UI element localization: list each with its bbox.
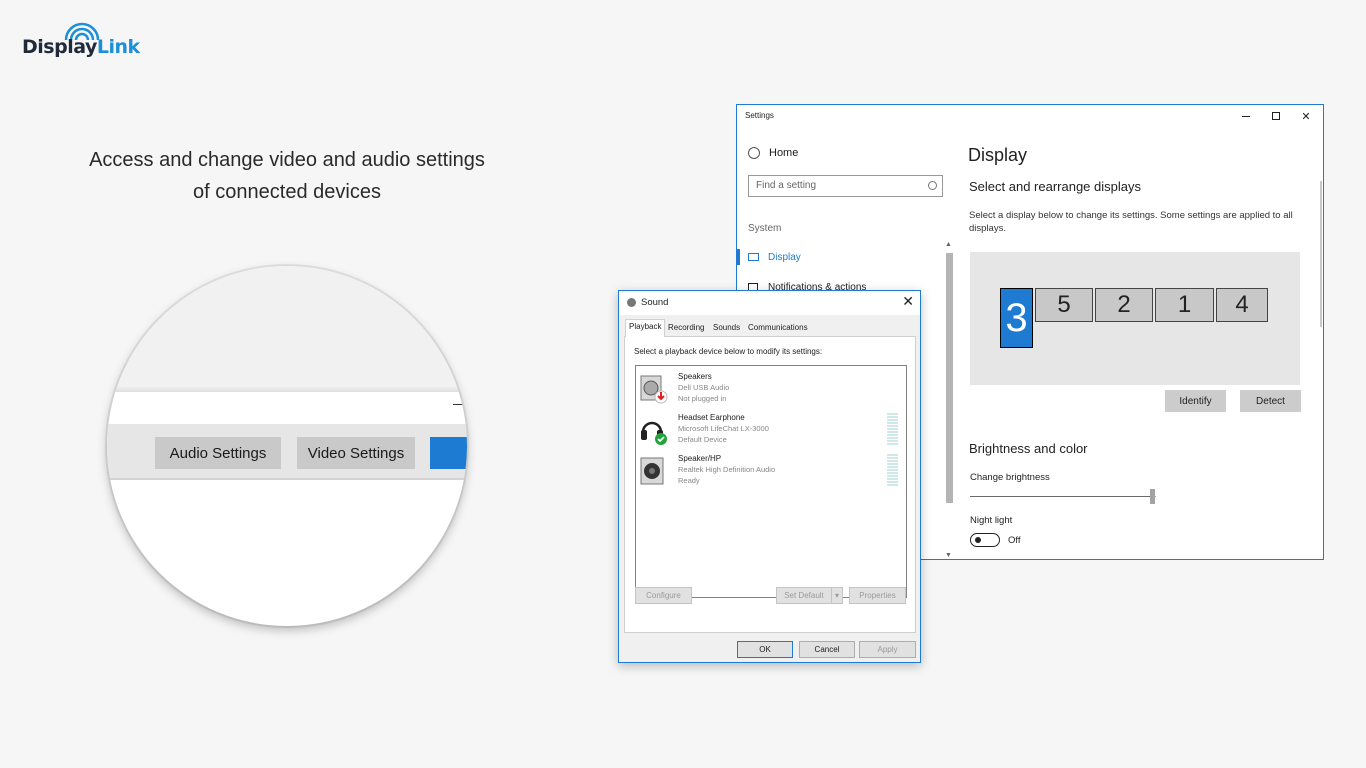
- night-light-state: Off: [1008, 535, 1021, 546]
- selection-indicator: [737, 249, 740, 265]
- display-3[interactable]: 3: [1000, 288, 1033, 348]
- device-driver: Realtek High Definition Audio: [678, 465, 776, 474]
- tab-playback[interactable]: Playback: [625, 319, 666, 337]
- search-placeholder: Find a setting: [756, 180, 817, 191]
- nav-home-label: Home: [769, 147, 799, 159]
- level-meter: [887, 454, 898, 486]
- blue-button-partial[interactable]: [430, 437, 467, 469]
- ok-button[interactable]: OK: [737, 641, 793, 658]
- detect-button[interactable]: Detect: [1240, 390, 1301, 412]
- level-meter: [887, 413, 898, 445]
- sound-titlebar: Sound ✕: [619, 291, 920, 315]
- magnified-window-top: [107, 266, 467, 392]
- gear-icon: [748, 147, 760, 159]
- search-input[interactable]: Find a setting: [748, 175, 943, 197]
- device-name: Headset Earphone: [678, 413, 745, 422]
- tab-sounds[interactable]: Sounds: [710, 321, 743, 336]
- apply-button[interactable]: Apply: [859, 641, 916, 658]
- nav-item-display-label: Display: [768, 251, 801, 263]
- monitor-icon: [748, 253, 759, 261]
- close-icon[interactable]: ✕: [902, 293, 914, 310]
- section-description: Select a display below to change its set…: [969, 210, 1293, 234]
- page-title: Display: [968, 145, 1028, 165]
- set-default-dropdown[interactable]: ▾: [831, 587, 843, 604]
- content-scrollbar[interactable]: [1320, 181, 1322, 327]
- minimize-button[interactable]: [1231, 107, 1261, 125]
- device-status: Not plugged in: [678, 394, 727, 403]
- minimize-icon: [1242, 115, 1250, 117]
- section-heading: Select and rearrange displays: [969, 179, 1141, 194]
- nav-scrollbar[interactable]: ▲ ▼: [945, 241, 953, 559]
- device-name: Speakers: [678, 372, 712, 381]
- close-button[interactable]: ✕: [1291, 107, 1321, 125]
- properties-button[interactable]: Properties: [849, 587, 906, 604]
- window-title: Settings: [745, 111, 774, 120]
- nav-section-label: System: [748, 223, 782, 234]
- brightness-slider[interactable]: [970, 489, 1156, 504]
- display-4[interactable]: 4: [1216, 288, 1268, 322]
- headset-default-icon: [641, 421, 667, 445]
- playback-panel: Select a playback device below to modify…: [624, 336, 916, 633]
- tab-communications[interactable]: Communications: [745, 321, 811, 336]
- identify-button[interactable]: Identify: [1165, 390, 1226, 412]
- sound-dialog: Sound ✕ Playback Recording Sounds Commun…: [618, 290, 921, 663]
- audio-settings-button[interactable]: Audio Settings: [155, 437, 281, 469]
- headline-line-2: of connected devices: [193, 181, 381, 203]
- headline-line-1: Access and change video and audio settin…: [89, 149, 485, 171]
- display-arrangement-area[interactable]: 3 5 2 1 4: [970, 252, 1300, 385]
- display-1[interactable]: 1: [1155, 288, 1214, 322]
- minimize-icon[interactable]: [453, 404, 463, 405]
- sound-title: Sound: [641, 297, 669, 308]
- slider-thumb[interactable]: [1150, 489, 1156, 504]
- nav-item-display[interactable]: Display: [737, 249, 801, 265]
- speaker-unplugged-icon: [640, 375, 668, 404]
- device-status: Ready: [678, 476, 700, 485]
- scroll-down-icon[interactable]: ▼: [945, 552, 952, 559]
- tab-recording[interactable]: Recording: [665, 321, 707, 336]
- device-speaker-hp[interactable]: Speaker/HP Realtek High Definition Audio…: [640, 452, 902, 490]
- logo-wordmark: DisplayLink: [22, 36, 140, 58]
- toggle-knob: [975, 537, 981, 543]
- device-name: Speaker/HP: [678, 454, 722, 463]
- speaker-icon: [627, 298, 636, 307]
- device-driver: Dell USB Audio: [678, 383, 730, 392]
- slider-fill: [970, 496, 1153, 497]
- device-list[interactable]: Speakers Dell USB Audio Not plugged in H…: [635, 365, 907, 598]
- cancel-button[interactable]: Cancel: [799, 641, 855, 658]
- brightness-heading: Brightness and color: [969, 441, 1088, 456]
- device-driver: Microsoft LifeChat LX-3000: [678, 424, 769, 433]
- displaylink-logo: DisplayLink: [22, 22, 140, 62]
- device-status: Default Device: [678, 435, 727, 444]
- display-5[interactable]: 5: [1035, 288, 1093, 322]
- scroll-up-icon[interactable]: ▲: [945, 241, 952, 248]
- close-icon: ✕: [1301, 110, 1311, 123]
- speaker-icon: [640, 457, 664, 485]
- scrollbar-thumb[interactable]: [946, 253, 953, 503]
- magnifier-callout: Audio Settings Video Settings: [107, 266, 467, 626]
- display-2[interactable]: 2: [1095, 288, 1153, 322]
- night-light-toggle[interactable]: [970, 533, 1000, 547]
- night-light-label: Night light: [970, 515, 1013, 526]
- set-default-button[interactable]: Set Default: [776, 587, 832, 604]
- maximize-button[interactable]: [1261, 107, 1291, 125]
- chevron-down-icon: ▾: [834, 591, 839, 600]
- nav-home[interactable]: Home: [748, 147, 798, 159]
- video-settings-button[interactable]: Video Settings: [297, 437, 415, 469]
- brightness-label: Change brightness: [970, 472, 1050, 483]
- device-headset[interactable]: Headset Earphone Microsoft LifeChat LX-3…: [640, 411, 902, 449]
- maximize-icon: [1272, 112, 1280, 120]
- headline: Access and change video and audio settin…: [60, 144, 514, 208]
- playback-instruction: Select a playback device below to modify…: [634, 347, 823, 356]
- device-speakers[interactable]: Speakers Dell USB Audio Not plugged in: [640, 370, 902, 408]
- configure-button[interactable]: Configure: [635, 587, 692, 604]
- search-icon: [928, 181, 937, 190]
